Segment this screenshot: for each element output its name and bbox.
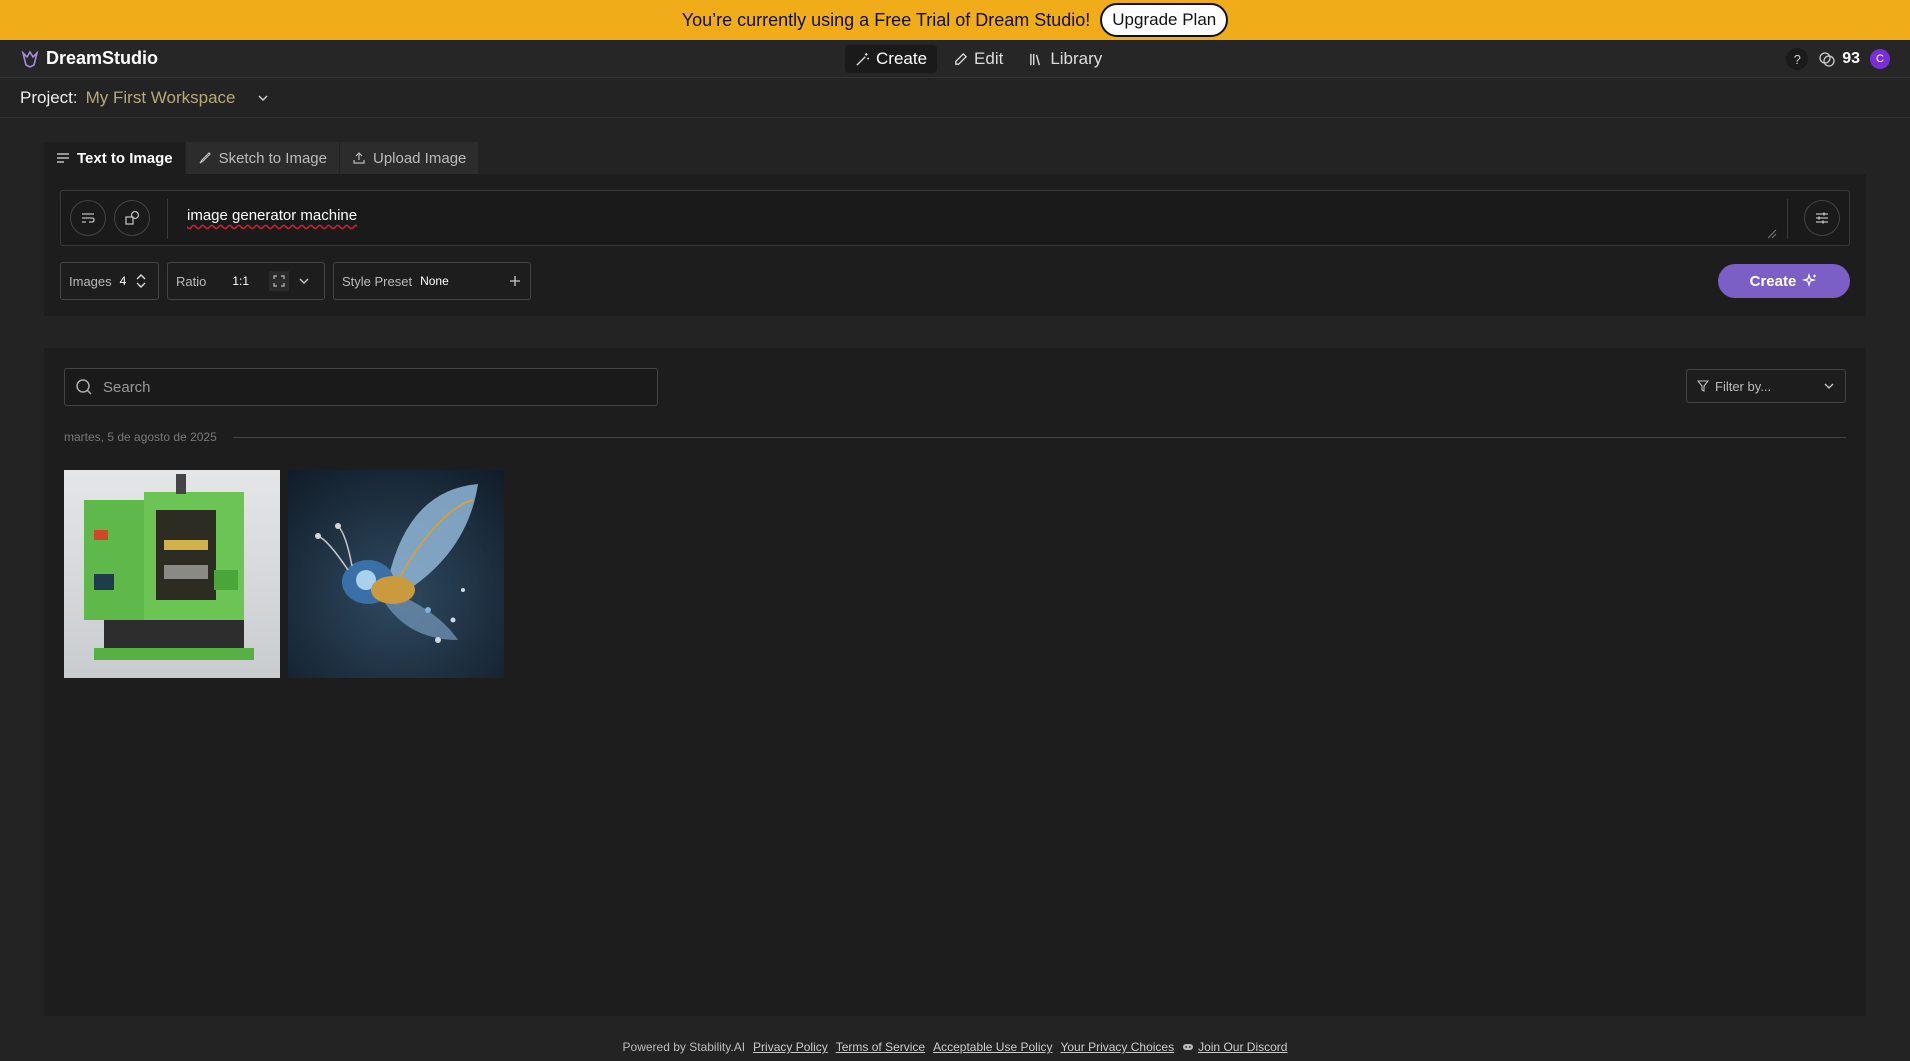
project-name[interactable]: My First Workspace [86,88,236,108]
resize-handle-icon[interactable] [1765,227,1777,239]
pencil-icon [955,52,968,65]
wand-icon [856,52,870,66]
project-bar: Project: My First Workspace [0,78,1910,118]
credits-counter[interactable]: 93 [1818,50,1860,68]
chevron-down-icon[interactable] [256,91,270,105]
prompt-format-button[interactable] [70,200,106,236]
plus-icon[interactable] [508,274,522,288]
ratio-label: Ratio [176,273,207,289]
credits-value: 93 [1842,50,1860,67]
tab-library-label: Library [1050,49,1103,68]
images-value: 4 [119,274,127,288]
upgrade-plan-button[interactable]: Upgrade Plan [1100,3,1229,37]
lines-icon [57,153,69,163]
date-group-header: martes, 5 de agosto de 2025 [64,430,1846,444]
style-preset-value: None [420,274,449,288]
ratio-value: 1:1 [232,274,250,288]
prompt-divider-right [1787,199,1788,239]
date-divider [232,436,1846,438]
terms-link[interactable]: Terms of Service [836,1040,925,1054]
help-button[interactable]: ? [1786,48,1809,70]
butterfly-image [288,470,504,678]
brand-logo[interactable]: DreamStudio [20,48,158,69]
tab-edit-label: Edit [974,49,1004,68]
create-button-label: Create [1749,272,1797,290]
create-panel: image generator machine Images 4 Ratio 1… [44,174,1866,316]
trial-message: You’re currently using a Free Trial of D… [681,9,1091,30]
filter-icon [1697,380,1709,392]
images-count-stepper[interactable]: Images 4 [60,262,159,300]
prompt-shapes-button[interactable] [114,200,150,236]
style-preset-label: Style Preset [342,273,413,289]
stepper-arrows-icon[interactable] [134,274,148,288]
search-input[interactable]: Search [64,368,658,406]
upload-icon [353,152,365,164]
tab-upload-image-label: Upload Image [372,149,467,167]
tab-edit[interactable]: Edit [943,45,1013,73]
tab-sketch-to-image-label: Sketch to Image [218,149,327,167]
mode-tabs: Text to Image Sketch to Image Upload Ima… [44,142,480,174]
brand-name: DreamStudio [46,48,159,68]
avatar[interactable]: C [1870,49,1890,69]
aspect-frame-icon[interactable] [269,271,290,291]
nav-right: ? 93 C [1786,48,1890,70]
project-label: Project: [20,87,78,107]
tab-create-label: Create [876,49,928,68]
acceptable-use-link[interactable]: Acceptable Use Policy [933,1040,1052,1054]
privacy-policy-link[interactable]: Privacy Policy [753,1040,828,1054]
advanced-settings-button[interactable] [1804,200,1840,236]
tab-text-to-image[interactable]: Text to Image [44,142,186,174]
search-icon [76,379,92,395]
create-button[interactable]: Create [1718,264,1850,298]
privacy-choices-link[interactable]: Your Privacy Choices [1060,1040,1174,1054]
discord-icon [1183,1044,1194,1050]
prompt-input[interactable]: image generator machine [187,207,357,224]
prompt-box: image generator machine [60,190,1850,246]
wrap-text-icon [82,213,95,223]
style-preset-select[interactable]: Style Preset None [333,262,531,300]
footer: Powered by Stability.AI Privacy Policy T… [0,1036,1910,1058]
chevron-down-icon[interactable] [297,274,311,288]
images-label: Images [69,273,112,289]
ratio-select[interactable]: Ratio 1:1 [167,262,325,300]
top-nav: DreamStudio Create Edit Library ? 93 C [0,40,1910,78]
gallery-image-butterfly[interactable] [288,470,504,678]
sparkle-icon [1802,273,1817,287]
gallery-image-green-machine[interactable] [64,470,280,678]
main-tabs: Create Edit Library [845,45,1112,73]
filter-label: Filter by... [1715,378,1772,394]
tab-upload-image[interactable]: Upload Image [339,142,480,174]
tab-library[interactable]: Library [1019,45,1112,73]
discord-link[interactable]: Join Our Discord [1198,1040,1287,1054]
brush-icon [199,152,211,164]
credits-icon [1819,52,1835,67]
chevron-down-icon [1824,383,1834,389]
tab-create[interactable]: Create [845,45,938,73]
tab-sketch-to-image[interactable]: Sketch to Image [185,142,340,174]
gallery-panel: Search Filter by... martes, 5 de agosto … [44,348,1866,1016]
powered-by: Powered by Stability.AI [622,1040,746,1054]
trial-banner: You’re currently using a Free Trial of D… [0,0,1910,40]
sliders-icon [1816,212,1828,224]
shapes-icon [125,210,140,225]
library-icon [1030,53,1041,65]
tab-text-to-image-label: Text to Image [77,149,173,167]
prompt-divider [167,199,168,239]
dreamstudio-logo-icon [21,49,39,68]
filter-dropdown[interactable]: Filter by... [1686,369,1846,403]
search-placeholder: Search [103,378,151,396]
green-machine-image [64,470,280,678]
date-heading: martes, 5 de agosto de 2025 [64,430,217,444]
